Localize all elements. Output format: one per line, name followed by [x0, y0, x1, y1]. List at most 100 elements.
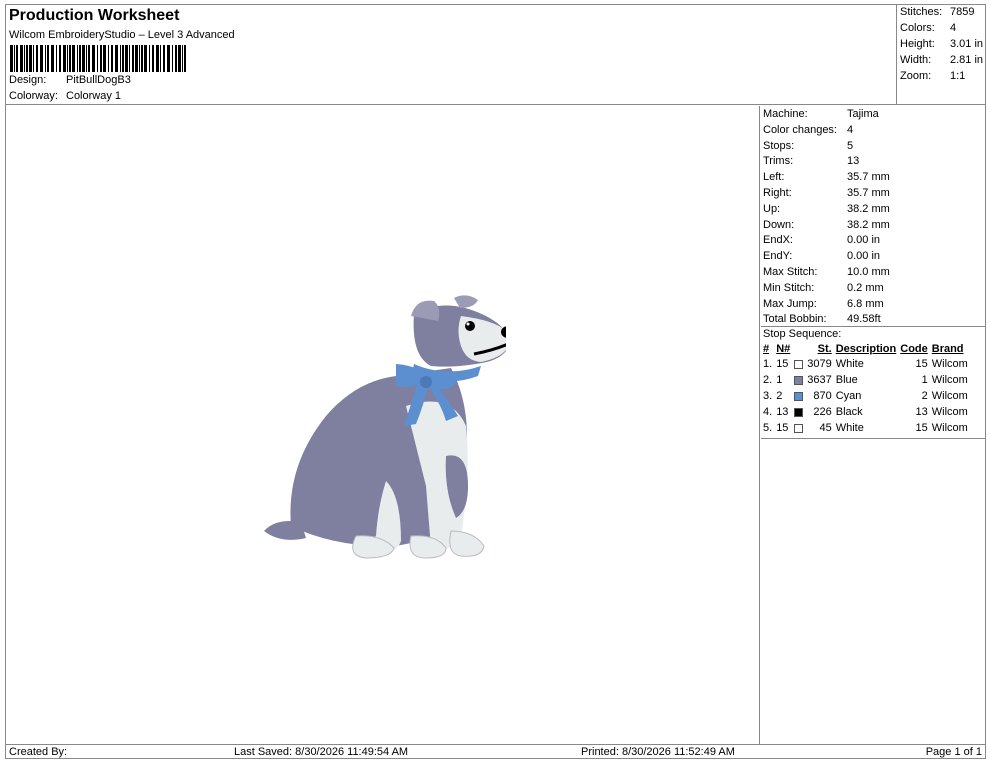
- design-row: Design: PitBullDogB3: [9, 74, 131, 86]
- colors-value: 4: [950, 22, 957, 34]
- stop-sequence-header-row: # N# St. Description Code Brand: [761, 342, 970, 356]
- col-index: #: [763, 343, 770, 355]
- machine-row-value: 0.00 in: [847, 234, 881, 247]
- machine-row-value: Tajima: [847, 108, 879, 120]
- stop-description: White: [835, 358, 864, 370]
- stop-color: [792, 356, 805, 372]
- height-value: 3.01 in: [950, 38, 984, 50]
- stop-color: [792, 372, 805, 388]
- printed-date: Printed: 8/30/2026 11:52:49 AM: [581, 746, 735, 758]
- worksheet-footer: Created By: Last Saved: 8/30/2026 11:49:…: [6, 744, 985, 759]
- stop-code: 13: [915, 406, 928, 418]
- page-title: Production Worksheet: [9, 7, 180, 24]
- machine-row-label: Color changes:: [763, 123, 837, 136]
- stop-index: 1.: [763, 358, 773, 370]
- stop-stitches: 226: [813, 406, 832, 418]
- stop-sequence-title: Stop Sequence:: [761, 326, 985, 340]
- table-row: 3. 2 870 Cyan 2 Wilcom: [761, 388, 970, 404]
- machine-row: Trims: 13: [763, 155, 859, 170]
- stop-index: 3.: [763, 390, 773, 402]
- machine-row: Max Jump: 6.8 mm: [763, 298, 884, 313]
- machine-row: Right: 35.7 mm: [763, 187, 890, 202]
- colorway-value: Colorway 1: [66, 90, 122, 102]
- machine-row-value: 0.00 in: [847, 250, 881, 263]
- machine-row-label: Max Jump:: [763, 297, 817, 310]
- page-number: Page 1 of 1: [925, 746, 982, 758]
- color-swatch: [794, 407, 804, 417]
- stop-description: Cyan: [835, 390, 862, 402]
- machine-row-value: 35.7 mm: [847, 187, 890, 199]
- stop-needle: 2: [776, 390, 783, 402]
- machine-row: Machine: Tajima: [763, 108, 879, 123]
- stop-stitches: 45: [819, 422, 832, 434]
- col-needle: N#: [776, 343, 791, 355]
- stop-index: 5.: [763, 422, 773, 434]
- machine-row-label: Max Stitch:: [763, 266, 818, 278]
- col-color: [792, 342, 805, 356]
- stop-color: [792, 404, 805, 420]
- stop-stitches: 3637: [807, 374, 832, 386]
- colors-row: Colors: 4: [900, 22, 956, 36]
- table-row: 1. 15 3079 White 15 Wilcom: [761, 356, 970, 372]
- machine-row-label: EndX:: [763, 234, 793, 247]
- machine-row-value: 38.2 mm: [847, 202, 890, 215]
- machine-row: Min Stitch: 0.2 mm: [763, 282, 884, 297]
- machine-row: Down: 38.2 mm: [763, 219, 890, 234]
- stop-index: 2.: [763, 374, 773, 386]
- machine-row: Left: 35.7 mm: [763, 171, 890, 186]
- stop-description: White: [835, 422, 864, 434]
- stop-code: 15: [915, 358, 928, 370]
- color-swatch: [794, 359, 804, 369]
- stitches-value: 7859: [950, 6, 975, 18]
- stop-stitches: 3079: [807, 358, 832, 370]
- stop-brand: Wilcom: [931, 406, 968, 418]
- machine-row-label: Right:: [763, 187, 792, 199]
- machine-row-label: Trims:: [763, 155, 794, 168]
- machine-row-label: Left:: [763, 171, 785, 184]
- col-description: Description: [835, 343, 897, 355]
- width-value: 2.81 in: [950, 54, 984, 66]
- machine-row-value: 13: [847, 155, 860, 168]
- stitches-label: Stitches:: [900, 6, 943, 18]
- machine-row-label: Up:: [763, 202, 781, 215]
- design-preview: [6, 106, 760, 744]
- worksheet: Production Worksheet Wilcom EmbroiderySt…: [5, 4, 986, 759]
- stop-description: Black: [835, 406, 863, 418]
- height-label: Height:: [900, 38, 935, 50]
- machine-row: EndY: 0.00 in: [763, 250, 880, 265]
- machine-row-value: 6.8 mm: [847, 297, 884, 310]
- table-row: 2. 1 3637 Blue 1 Wilcom: [761, 372, 970, 388]
- design-value: PitBullDogB3: [66, 74, 131, 86]
- machine-row-label: EndY:: [763, 250, 793, 263]
- col-stitches: St.: [817, 343, 832, 355]
- colorway-row: Colorway: Colorway 1: [9, 90, 121, 102]
- machine-row-value: 10.0 mm: [847, 266, 890, 278]
- color-swatch: [794, 423, 804, 433]
- stop-code: 1: [921, 374, 928, 386]
- machine-row: EndX: 0.00 in: [763, 234, 880, 249]
- machine-row: Color changes: 4: [763, 124, 853, 139]
- col-code: Code: [900, 343, 928, 355]
- stop-stitches: 870: [813, 390, 832, 402]
- stop-brand: Wilcom: [931, 390, 968, 402]
- stop-needle: 1: [776, 374, 783, 386]
- machine-row-label: Stops:: [763, 139, 795, 152]
- stop-brand: Wilcom: [931, 358, 968, 370]
- stop-brand: Wilcom: [931, 374, 968, 386]
- stop-color: [792, 388, 805, 404]
- machine-row-value: 38.2 mm: [847, 218, 890, 231]
- height-row: Height: 3.01 in: [900, 38, 983, 52]
- stitches-row: Stitches: 7859: [900, 6, 974, 20]
- stop-code: 2: [921, 390, 928, 402]
- machine-row-label: Total Bobbin:: [763, 313, 827, 326]
- col-brand: Brand: [931, 343, 964, 355]
- stop-needle: 15: [776, 422, 789, 434]
- stop-brand: Wilcom: [931, 422, 968, 434]
- machine-row-value: 35.7 mm: [847, 171, 890, 184]
- machine-row: Up: 38.2 mm: [763, 203, 890, 218]
- machine-row-value: 0.2 mm: [847, 281, 884, 294]
- stop-needle: 13: [776, 406, 789, 418]
- barcode-icon: [10, 45, 186, 72]
- zoom-label: Zoom:: [900, 70, 932, 82]
- machine-row-label: Min Stitch:: [763, 281, 815, 294]
